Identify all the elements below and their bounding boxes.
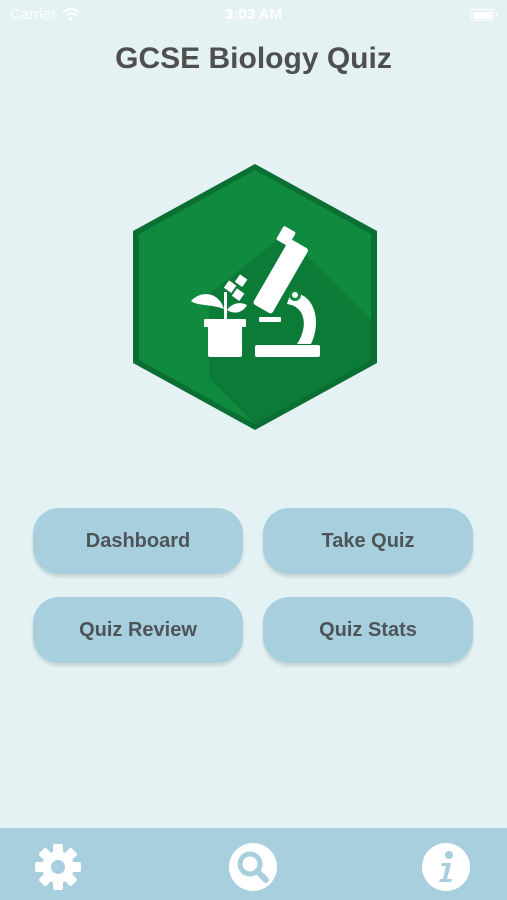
battery-icon (470, 9, 498, 21)
dashboard-button[interactable]: Dashboard (33, 508, 243, 574)
search-icon[interactable] (228, 842, 278, 892)
take-quiz-button[interactable]: Take Quiz (263, 508, 473, 574)
status-time: 3:03 AM (225, 6, 282, 23)
gear-icon[interactable] (33, 842, 83, 892)
quiz-stats-button[interactable]: Quiz Stats (263, 597, 473, 663)
info-icon[interactable] (421, 842, 471, 892)
bottom-tab-bar (0, 828, 507, 900)
app-title: GCSE Biology Quiz (115, 42, 392, 75)
quiz-review-button[interactable]: Quiz Review (33, 597, 243, 663)
microscope-logo-icon (133, 164, 377, 430)
status-bar: Carrier 3:03 AM (0, 0, 507, 30)
